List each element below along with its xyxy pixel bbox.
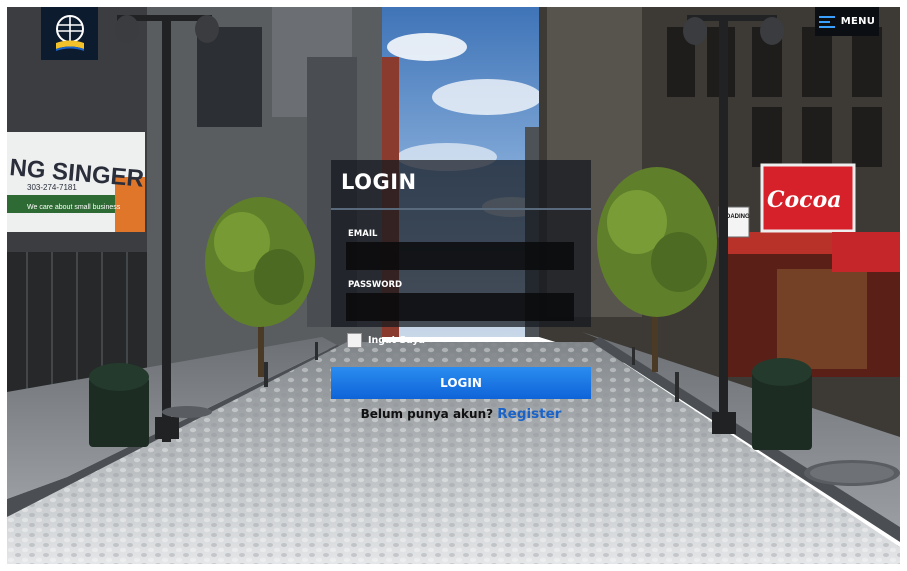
password-label: PASSWORD (348, 280, 403, 290)
hamburger-icon (818, 15, 835, 28)
register-prompt: Belum punya akun? (360, 407, 494, 421)
register-prompt-line: Belum punya akun? Register (331, 406, 591, 422)
title-divider (331, 208, 591, 210)
menu-button[interactable]: MENU (815, 7, 879, 36)
logo[interactable] (41, 7, 98, 60)
login-title: LOGIN (341, 170, 417, 194)
remember-checkbox[interactable] (347, 333, 362, 348)
email-label: EMAIL (348, 229, 378, 239)
password-input[interactable] (346, 293, 574, 321)
university-logo-icon (55, 14, 84, 51)
shop-sign-phone: 303-274-7181 (27, 183, 77, 192)
menu-label: MENU (840, 16, 876, 27)
shop-sign-tagline: We care about small business (27, 204, 121, 211)
register-link[interactable]: Register (497, 406, 561, 422)
remember-me[interactable]: Ingat Saya (347, 333, 425, 348)
email-input[interactable] (346, 242, 574, 270)
login-button[interactable]: LOGIN (331, 367, 591, 399)
cocoa-sign-text: Cocoa (767, 187, 842, 213)
remember-label: Ingat Saya (368, 335, 425, 346)
